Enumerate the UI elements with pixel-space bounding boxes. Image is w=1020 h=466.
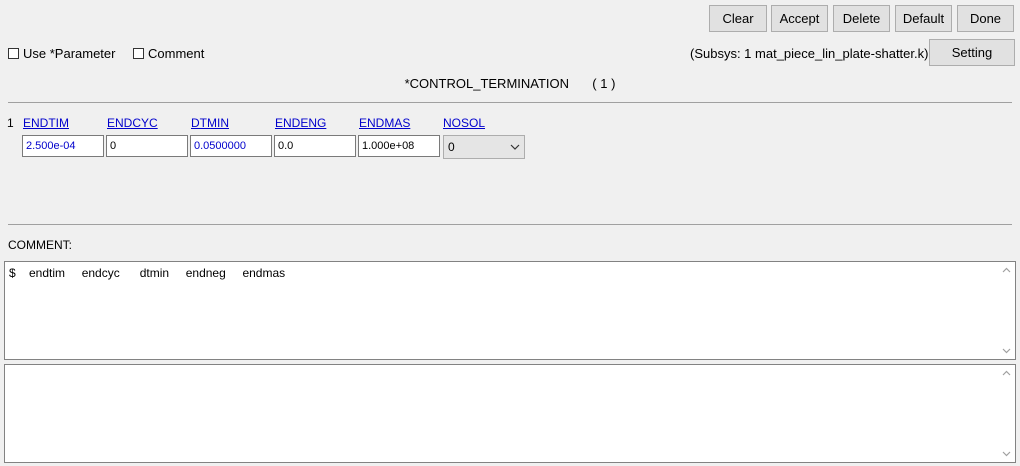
use-parameter-label: Use *Parameter	[23, 46, 116, 61]
use-parameter-checkbox[interactable]	[8, 48, 19, 59]
comment-textarea[interactable]: $ endtim endcyc dtmin endneg endmas	[4, 261, 1016, 360]
keyword-title: *CONTROL_TERMINATION	[404, 76, 570, 91]
dtmin-input[interactable]: 0.0500000	[190, 135, 272, 157]
secondary-scrollbar[interactable]	[998, 365, 1015, 462]
clear-button[interactable]: Clear	[709, 5, 767, 32]
field-label-endcyc[interactable]: ENDCYC	[107, 116, 158, 130]
bottom-divider	[8, 224, 1012, 225]
top-divider	[8, 102, 1012, 103]
chevron-down-icon	[510, 144, 520, 150]
endtim-input[interactable]: 2.500e-04	[22, 135, 104, 157]
field-label-endmas[interactable]: ENDMAS	[359, 116, 410, 130]
field-label-endeng[interactable]: ENDENG	[275, 116, 326, 130]
card-row-number: 1	[7, 116, 14, 130]
keyword-count: ( 1 )	[592, 76, 616, 91]
comment-checkbox[interactable]	[133, 48, 144, 59]
endcyc-input[interactable]: 0	[106, 135, 188, 157]
endeng-input[interactable]: 0.0	[274, 135, 356, 157]
secondary-textarea[interactable]	[4, 364, 1016, 463]
setting-button[interactable]: Setting	[929, 39, 1015, 66]
nosol-select[interactable]: 0	[443, 135, 525, 159]
scroll-down-icon[interactable]	[1001, 345, 1012, 356]
use-parameter-option[interactable]: Use *Parameter	[8, 46, 115, 61]
comment-text: $ endtim endcyc dtmin endneg endmas	[9, 266, 286, 280]
nosol-selected-value: 0	[448, 140, 455, 154]
endmas-input[interactable]: 1.000e+08	[358, 135, 440, 157]
delete-button[interactable]: Delete	[833, 5, 890, 32]
subsys-label: (Subsys: 1 mat_piece_lin_plate-shatter.k…	[690, 46, 929, 61]
scroll-up-icon[interactable]	[1001, 368, 1012, 379]
field-label-endtim[interactable]: ENDTIM	[23, 116, 69, 130]
comment-section-label: COMMENT:	[8, 238, 72, 252]
keyword-title-row: *CONTROL_TERMINATION ( 1 )	[0, 76, 1020, 91]
default-button[interactable]: Default	[895, 5, 952, 32]
scroll-up-icon[interactable]	[1001, 265, 1012, 276]
done-button[interactable]: Done	[957, 5, 1014, 32]
accept-button[interactable]: Accept	[771, 5, 828, 32]
field-label-nosol[interactable]: NOSOL	[443, 116, 485, 130]
scroll-down-icon[interactable]	[1001, 448, 1012, 459]
comment-option-label: Comment	[148, 46, 205, 61]
comment-scrollbar[interactable]	[998, 262, 1015, 359]
comment-option[interactable]: Comment	[133, 46, 204, 61]
field-label-dtmin[interactable]: DTMIN	[191, 116, 229, 130]
